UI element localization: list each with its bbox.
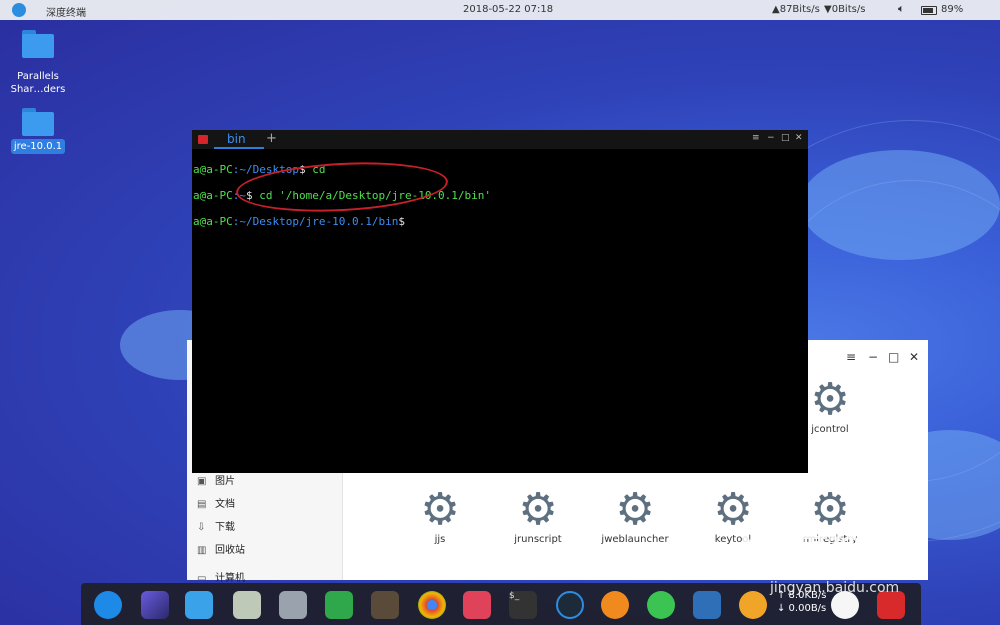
- document-icon: ▤: [197, 499, 207, 510]
- sidebar-item-pictures[interactable]: ▣ 图片: [197, 472, 235, 487]
- sidebar-item-label: 下载: [215, 522, 235, 533]
- maximize-icon[interactable]: □: [781, 133, 790, 143]
- gear-icon: ⚙: [518, 484, 558, 535]
- multitask-view-icon[interactable]: [185, 591, 213, 619]
- desktop-icon-parallels[interactable]: Parallels Shar…ders: [8, 30, 68, 96]
- download-speed: ▼0Bits/s: [824, 4, 866, 15]
- sidebar-item-computer[interactable]: ▭ 计算机: [197, 569, 245, 584]
- desktop-icon-label: Parallels Shar…ders: [10, 71, 66, 95]
- top-panel: 深度终端 2018-05-22 07:18 ▲87Bits/s ▼0Bits/s…: [0, 0, 1000, 20]
- dock-download-speed: ↓ 0.00B/s: [777, 603, 827, 614]
- file-item[interactable]: ⚙ jjs: [395, 484, 485, 546]
- folder-icon: [22, 30, 54, 58]
- terminal-titlebar[interactable]: bin + ≡ − □ ✕: [192, 130, 808, 149]
- baidu-watermark-logo: Bai度经验: [740, 524, 893, 562]
- volume-icon[interactable]: 🔈︎: [898, 2, 905, 16]
- file-item-label: jrunscript: [514, 534, 562, 545]
- folder-icon: [22, 108, 54, 136]
- sidebar-item-label: 回收站: [215, 545, 245, 556]
- menu-icon[interactable]: ≡: [752, 133, 760, 143]
- battery-percent: 89%: [941, 4, 964, 15]
- gear-icon: ⚙: [420, 484, 460, 535]
- upload-speed: ▲87Bits/s: [772, 4, 820, 15]
- prompt-symbol: $: [398, 215, 405, 228]
- sidebar-item-downloads[interactable]: ⇩ 下载: [197, 518, 235, 533]
- minimize-icon[interactable]: −: [767, 133, 775, 143]
- active-tab-indicator: [214, 147, 264, 149]
- close-icon[interactable]: ✕: [909, 350, 919, 364]
- download-icon: ⇩: [197, 522, 206, 533]
- terminal-line: a@a-PC:~/Desktop/jre-10.0.1/bin$: [193, 215, 491, 228]
- update-icon[interactable]: [601, 591, 629, 619]
- file-item-label: jweblauncher: [601, 534, 669, 545]
- music-player-icon[interactable]: [325, 591, 353, 619]
- prompt-user: a@a-PC: [193, 163, 233, 176]
- picture-icon: ▣: [197, 476, 207, 487]
- file-item[interactable]: ⚙ jweblauncher: [590, 484, 680, 546]
- draw-app-icon[interactable]: [141, 591, 169, 619]
- desktop-icon-jre[interactable]: jre-10.0.1: [8, 108, 68, 154]
- upload-speed-value: 87Bits/s: [779, 4, 820, 15]
- terminal-icon[interactable]: $_: [509, 591, 537, 619]
- chrome-icon[interactable]: [418, 591, 446, 619]
- file-item[interactable]: ⚙ jrunscript: [493, 484, 583, 546]
- download-speed-value: 0Bits/s: [831, 4, 866, 15]
- sidebar-item-label: 文档: [215, 499, 235, 510]
- browser-icon[interactable]: [693, 591, 721, 619]
- launcher-icon[interactable]: [94, 591, 122, 619]
- active-app-name: 深度终端: [46, 8, 86, 19]
- gear-icon: ⚙: [615, 484, 655, 535]
- clean-icon[interactable]: [739, 591, 767, 619]
- maximize-icon[interactable]: □: [888, 350, 899, 364]
- movie-player-icon[interactable]: [371, 591, 399, 619]
- close-icon[interactable]: ✕: [795, 133, 803, 143]
- sidebar-item-label: 图片: [215, 476, 235, 487]
- deepin-logo-icon[interactable]: [12, 3, 26, 17]
- screen-recorder-icon[interactable]: [556, 591, 584, 619]
- add-tab-icon[interactable]: +: [266, 131, 277, 146]
- terminal-tab[interactable]: bin: [227, 132, 246, 146]
- sidebar-item-trash[interactable]: ▥ 回收站: [197, 541, 245, 556]
- menu-icon[interactable]: ≡: [846, 350, 856, 364]
- prompt-path: :~/Desktop/jre-10.0.1/bin: [232, 215, 399, 228]
- desktop: 深度终端 2018-05-22 07:18 ▲87Bits/s ▼0Bits/s…: [0, 0, 1000, 625]
- terminal-app-icon: [198, 135, 208, 144]
- baidu-watermark-url: jingyan.baidu.com: [770, 580, 900, 596]
- file-item-label: jjs: [434, 534, 446, 545]
- prompt-user: a@a-PC: [193, 189, 233, 202]
- minimize-icon[interactable]: −: [868, 350, 878, 364]
- file-manager-icon[interactable]: [233, 591, 261, 619]
- control-center-icon[interactable]: [463, 591, 491, 619]
- clock[interactable]: 2018-05-22 07:18: [463, 4, 553, 15]
- battery-icon[interactable]: [921, 6, 937, 15]
- power-manager-icon[interactable]: [647, 591, 675, 619]
- app-store-icon[interactable]: [279, 591, 307, 619]
- desktop-icon-label: jre-10.0.1: [10, 139, 66, 154]
- sidebar-item-documents[interactable]: ▤ 文档: [197, 495, 235, 510]
- trash-icon: ▥: [197, 545, 207, 556]
- prompt-user: a@a-PC: [193, 215, 233, 228]
